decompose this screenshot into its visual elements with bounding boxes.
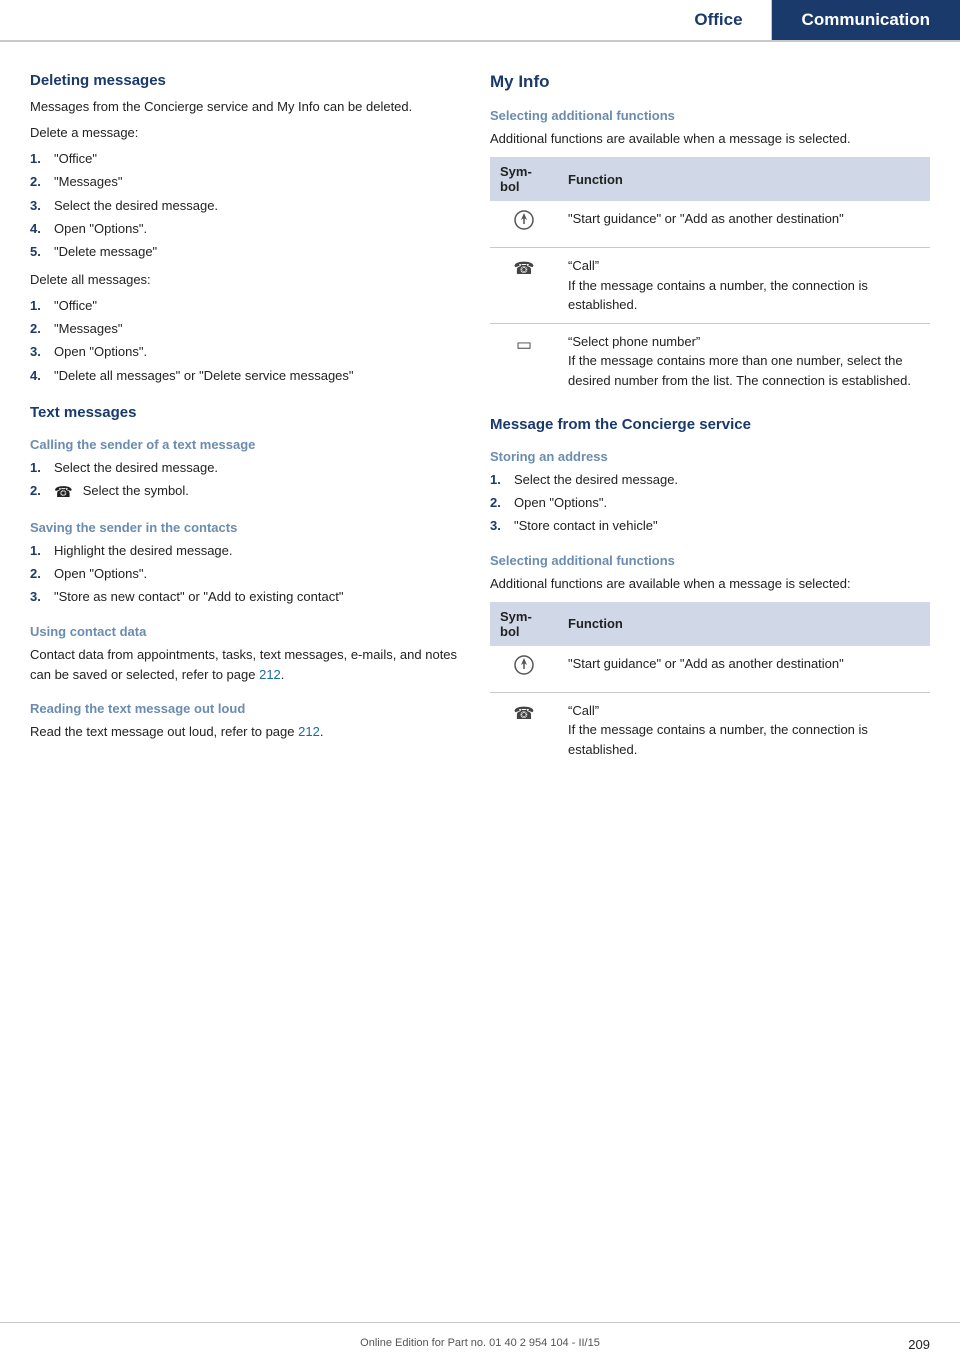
list-item: 3.Open "Options". <box>30 342 460 362</box>
using-page-link[interactable]: 212 <box>259 667 281 682</box>
nav-icon <box>513 209 535 231</box>
header-communication: Communication <box>772 0 960 40</box>
list-item: 1.Select the desired message. <box>490 470 930 490</box>
list-item: 2. ☎ Select the symbol. <box>30 481 460 504</box>
symbol-table-1: Sym- bol Function "Start guidance" or "A… <box>490 157 930 398</box>
table1-sym-1: ☎ <box>490 248 558 324</box>
page-header: Office Communication <box>0 0 960 42</box>
table1-col-sym: Sym- bol <box>490 157 558 201</box>
table1-sym-2: ▭ <box>490 323 558 398</box>
myinfo-title: My Info <box>490 72 930 92</box>
selecting-additional2-title: Selecting additional functions <box>490 553 930 568</box>
calling-steps-list: 1. Select the desired message. 2. ☎ Sele… <box>30 458 460 504</box>
list-item: 1."Office" <box>30 296 460 316</box>
storing-title: Storing an address <box>490 449 930 464</box>
storing-steps-list: 1.Select the desired message. 2.Open "Op… <box>490 470 930 536</box>
table2-func-1: “Call” If the message contains a number,… <box>558 692 930 767</box>
table2-sym-1: ☎ <box>490 692 558 767</box>
office-label: Office <box>694 10 742 30</box>
symbol-table-2: Sym- bol Function "Start guidance" or "A… <box>490 602 930 768</box>
saving-steps-list: 1.Highlight the desired message. 2.Open … <box>30 541 460 607</box>
list-item: 2."Messages" <box>30 172 460 192</box>
delete-all-label: Delete all messages: <box>30 270 460 290</box>
list-item: 5."Delete message" <box>30 242 460 262</box>
page-footer: Online Edition for Part no. 01 40 2 954 … <box>0 1322 960 1362</box>
phone-icon-inline: ☎ <box>54 481 73 504</box>
list-item: 4."Delete all messages" or "Delete servi… <box>30 366 460 386</box>
saving-sender-title: Saving the sender in the contacts <box>30 520 460 535</box>
list-item: 1.Highlight the desired message. <box>30 541 460 561</box>
table-row: ☎ “Call” If the message contains a numbe… <box>490 248 930 324</box>
using-contact-text: Contact data from appointments, tasks, t… <box>30 645 460 685</box>
table1-func-0: "Start guidance" or "Add as another dest… <box>558 201 930 248</box>
list-item: 2."Messages" <box>30 319 460 339</box>
delete-one-label: Delete a message: <box>30 123 460 143</box>
table1-col-func: Function <box>558 157 930 201</box>
table1-func-2: “Select phone number” If the message con… <box>558 323 930 398</box>
communication-label: Communication <box>802 10 930 30</box>
table1-sym-0 <box>490 201 558 248</box>
table2-func-0: "Start guidance" or "Add as another dest… <box>558 646 930 693</box>
header-office: Office <box>666 0 771 40</box>
deleting-messages-title: Deleting messages <box>30 72 460 89</box>
list-item: 3."Store as new contact" or "Add to exis… <box>30 587 460 607</box>
calling-sender-title: Calling the sender of a text message <box>30 437 460 452</box>
table1-func-1: “Call” If the message contains a number,… <box>558 248 930 324</box>
table2-col-sym: Sym- bol <box>490 602 558 646</box>
list-item: 3."Store contact in vehicle" <box>490 516 930 536</box>
reading-text: Read the text message out loud, refer to… <box>30 722 460 742</box>
deleting-messages-intro: Messages from the Concierge service and … <box>30 97 460 117</box>
table-row: "Start guidance" or "Add as another dest… <box>490 646 930 693</box>
table2-sym-0 <box>490 646 558 693</box>
list-item: 2.Open "Options". <box>490 493 930 513</box>
selecting-additional-title: Selecting additional functions <box>490 108 930 123</box>
list-item: 2.Open "Options". <box>30 564 460 584</box>
list-item: 4.Open "Options". <box>30 219 460 239</box>
right-column: My Info Selecting additional functions A… <box>490 72 930 779</box>
table-row: ▭ “Select phone number” If the message c… <box>490 323 930 398</box>
delete-one-list: 1."Office" 2."Messages" 3.Select the des… <box>30 149 460 262</box>
nav-icon-2 <box>513 654 535 676</box>
using-contact-title: Using contact data <box>30 624 460 639</box>
reading-page-link[interactable]: 212 <box>298 724 320 739</box>
list-item: 1. Select the desired message. <box>30 458 460 478</box>
footer-text: Online Edition for Part no. 01 40 2 954 … <box>360 1337 600 1349</box>
list-item: 3.Select the desired message. <box>30 196 460 216</box>
concierge-title: Message from the Concierge service <box>490 416 930 433</box>
left-column: Deleting messages Messages from the Conc… <box>30 72 460 779</box>
selecting-additional2-intro: Additional functions are available when … <box>490 574 930 594</box>
page-number: 209 <box>908 1337 930 1352</box>
table-row: "Start guidance" or "Add as another dest… <box>490 201 930 248</box>
selecting-additional-intro: Additional functions are available when … <box>490 129 930 149</box>
main-content: Deleting messages Messages from the Conc… <box>0 42 960 839</box>
reading-title: Reading the text message out loud <box>30 701 460 716</box>
table-row: ☎ “Call” If the message contains a numbe… <box>490 692 930 767</box>
text-messages-title: Text messages <box>30 404 460 421</box>
delete-all-list: 1."Office" 2."Messages" 3.Open "Options"… <box>30 296 460 386</box>
list-item: 1."Office" <box>30 149 460 169</box>
table2-col-func: Function <box>558 602 930 646</box>
